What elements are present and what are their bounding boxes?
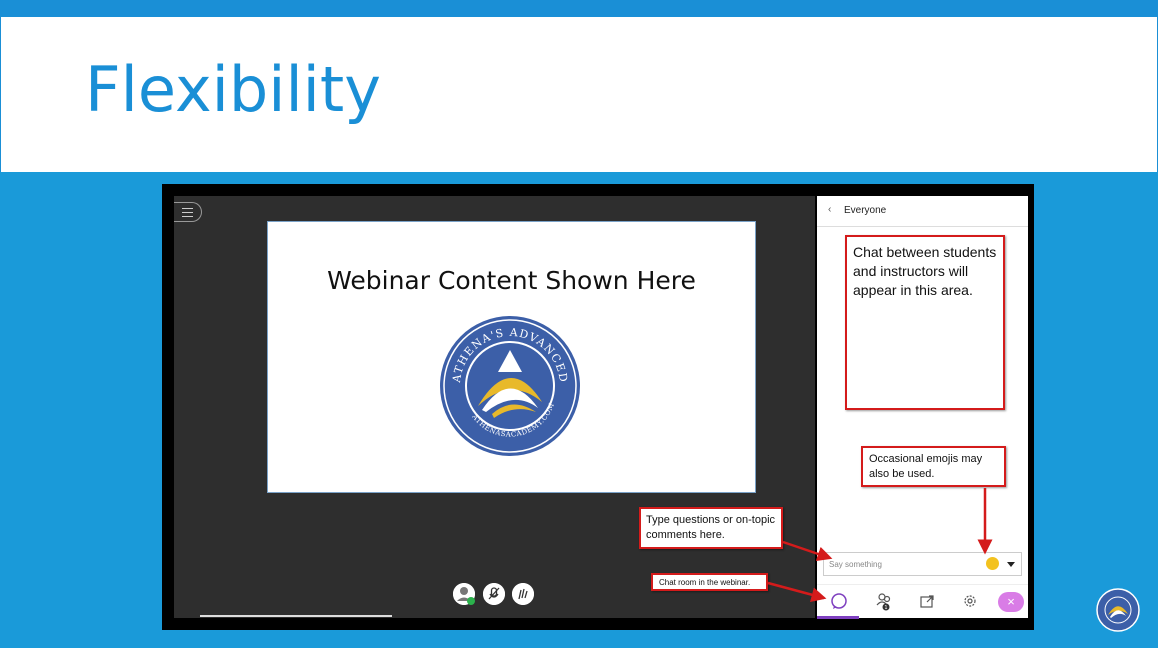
panel-toolbar: 1 × xyxy=(817,584,1028,619)
title-area: Flexibility xyxy=(0,17,1158,172)
raise-hand-button[interactable] xyxy=(512,583,534,605)
close-icon[interactable]: × xyxy=(998,592,1024,612)
hand-raise-icon xyxy=(512,583,534,605)
slide: Flexibility Webinar Content Shown Here A… xyxy=(0,0,1158,648)
mic-off-icon xyxy=(483,583,505,605)
callout-chat-area: Chat between students and instructors wi… xyxy=(845,235,1005,410)
content-heading: Webinar Content Shown Here xyxy=(327,266,696,295)
back-chevron-icon[interactable]: ‹ xyxy=(828,204,831,215)
callout-type-questions: Type questions or on-topic comments here… xyxy=(639,507,783,549)
chat-input-placeholder: Say something xyxy=(829,560,882,569)
menu-icon xyxy=(182,208,193,209)
callout-emojis: Occasional emojis may also be used. xyxy=(861,446,1006,487)
dropdown-caret-icon[interactable] xyxy=(1007,562,1015,567)
corner-academy-logo xyxy=(1096,588,1140,632)
settings-icon[interactable] xyxy=(960,591,980,611)
chat-header: ‹ Everyone xyxy=(817,196,1028,227)
slide-top-bar xyxy=(0,0,1158,17)
chat-input[interactable]: Say something xyxy=(823,552,1022,576)
chat-tab-indicator xyxy=(817,616,859,619)
slide-title: Flexibility xyxy=(85,53,381,126)
emoji-icon[interactable] xyxy=(986,557,999,570)
svg-text:1: 1 xyxy=(884,605,887,611)
chat-channel-label: Everyone xyxy=(844,205,887,216)
academy-logo: ATHENA'S ADVANCED ACADEMY ATHENASACADEMY… xyxy=(438,314,580,456)
attendees-icon[interactable]: 1 xyxy=(874,591,894,611)
share-icon[interactable] xyxy=(917,591,937,611)
avatar-icon xyxy=(453,583,475,605)
shared-content-card: Webinar Content Shown Here ATHENA'S ADVA… xyxy=(267,221,756,493)
mic-toggle-button[interactable] xyxy=(483,583,505,605)
callout-chat-room: Chat room in the webinar. xyxy=(651,573,768,591)
avatar-button[interactable] xyxy=(453,583,475,605)
menu-button[interactable] xyxy=(174,202,202,222)
stage-progress-line xyxy=(200,615,392,617)
chat-icon[interactable] xyxy=(829,591,849,611)
presentation-stage: Webinar Content Shown Here ATHENA'S ADVA… xyxy=(174,196,815,618)
